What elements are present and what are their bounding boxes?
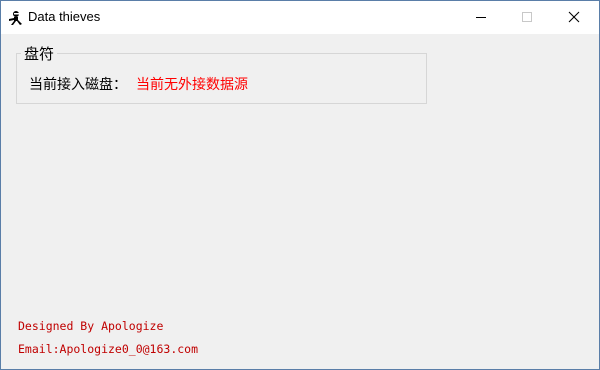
current-drive-label: 当前接入磁盘： bbox=[29, 77, 127, 93]
ninja-icon bbox=[7, 10, 23, 26]
drive-status-text: 当前无外接数据源 bbox=[136, 77, 248, 93]
window-title: Data thieves bbox=[28, 9, 101, 24]
maximize-button[interactable] bbox=[504, 1, 550, 34]
title-bar[interactable]: Data thieves bbox=[1, 1, 599, 34]
contact-email: Email:Apologize0_0@163.com bbox=[18, 342, 199, 356]
app-window: Data thieves 盘符 当前接入磁盘： 当前无外接数据源 Designe… bbox=[0, 0, 600, 370]
minimize-button[interactable] bbox=[458, 1, 504, 34]
minimize-icon bbox=[475, 8, 487, 27]
maximize-icon bbox=[521, 8, 533, 27]
groupbox-legend: 盘符 bbox=[21, 43, 58, 64]
designer-credit: Designed By Apologize bbox=[18, 319, 164, 333]
close-icon bbox=[568, 8, 580, 27]
close-button[interactable] bbox=[551, 1, 597, 34]
